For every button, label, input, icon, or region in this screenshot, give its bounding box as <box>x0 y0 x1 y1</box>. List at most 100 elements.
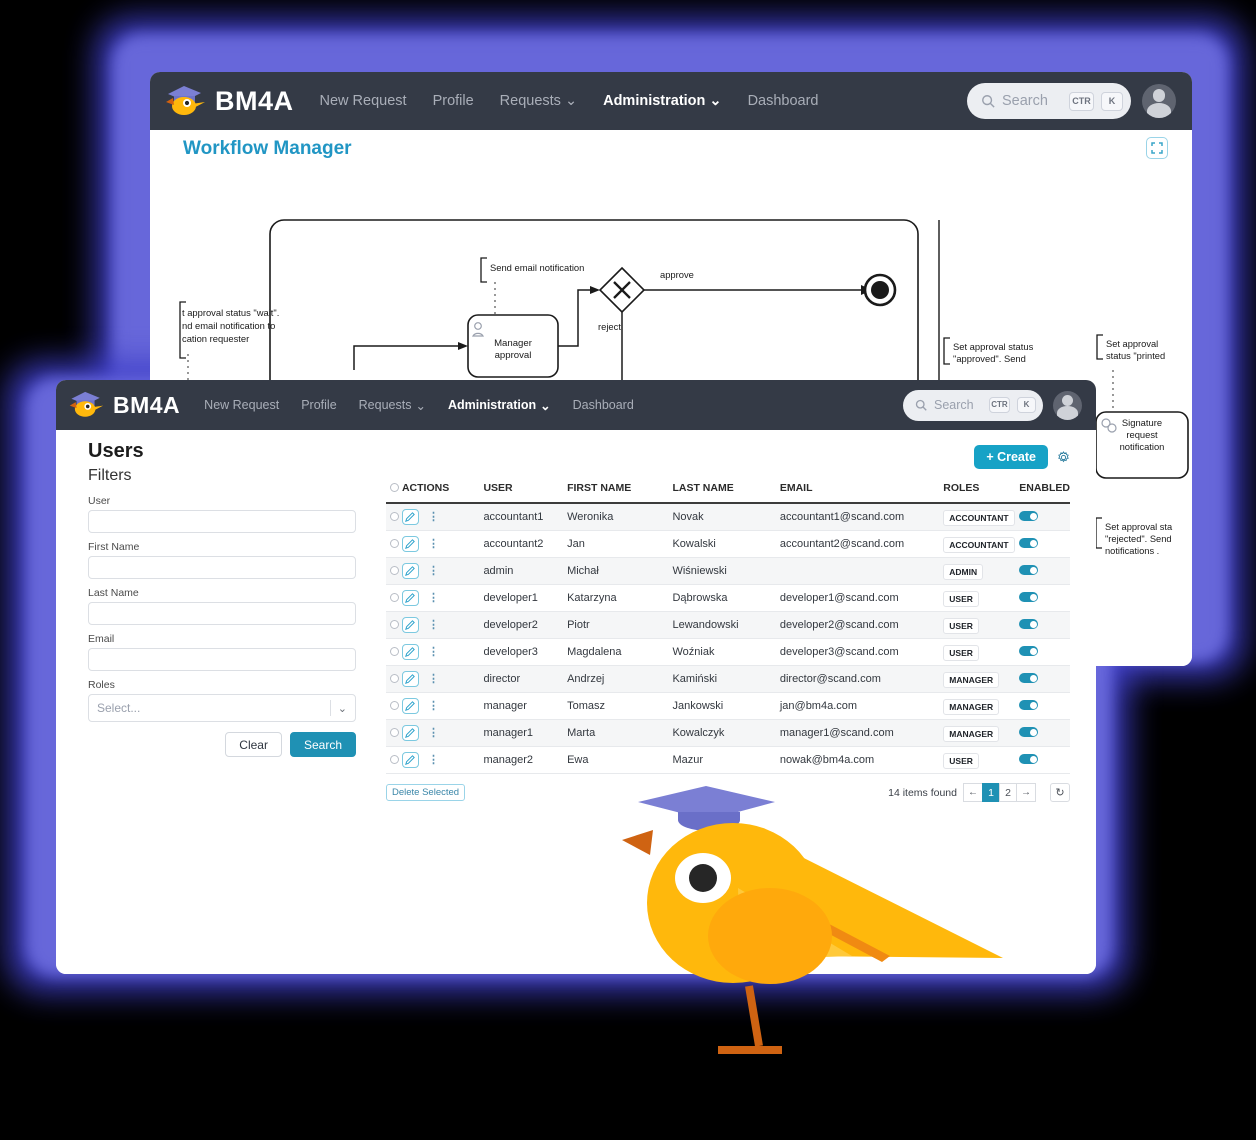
enabled-toggle[interactable] <box>1019 700 1039 710</box>
more-vertical-icon[interactable]: ⋮ <box>428 565 439 576</box>
email-input[interactable] <box>88 648 356 671</box>
pencil-edit-icon[interactable] <box>401 752 419 768</box>
bpmn-task-signature-request: Signature request notification <box>1086 411 1189 479</box>
users-table: ACTIONS USER FIRST NAME LAST NAME EMAIL … <box>386 474 1070 774</box>
row-actions-cell: ⋮ <box>401 746 484 774</box>
nav-item-requests[interactable]: Requests ⌄ <box>500 93 577 109</box>
table-row[interactable]: ⋮ manager2 Ewa Mazur nowak@bm4a.com USER <box>386 746 1070 774</box>
bm4a-bird-mascot <box>622 786 1003 1054</box>
table-row[interactable]: ⋮ developer3 Magdalena Woźniak developer3@sc… <box>386 638 1070 666</box>
nav-item-administration[interactable]: Administration ⌄ <box>603 93 721 109</box>
brand-logo[interactable]: BM4A <box>164 82 294 121</box>
gear-icon[interactable] <box>1057 450 1070 464</box>
delete-selected-button[interactable]: Delete Selected <box>386 784 466 801</box>
nav-label: New Request <box>204 398 280 412</box>
svg-text:"approved". Send: "approved". Send <box>953 353 1026 364</box>
chevron-down-icon: ⌄ <box>540 398 551 413</box>
row-checkbox[interactable] <box>390 701 399 710</box>
more-vertical-icon[interactable]: ⋮ <box>428 619 439 630</box>
user-input[interactable] <box>88 510 356 533</box>
refresh-icon[interactable]: ↻ <box>1050 783 1070 802</box>
cell-last: Woźniak <box>672 638 780 666</box>
cell-last: Mazur <box>672 746 780 774</box>
user-avatar[interactable] <box>1053 390 1082 420</box>
pencil-edit-icon[interactable] <box>401 671 419 687</box>
enabled-toggle[interactable] <box>1019 592 1039 602</box>
row-checkbox[interactable] <box>390 512 399 521</box>
col-roles: ROLES <box>943 474 1020 504</box>
more-vertical-icon[interactable]: ⋮ <box>428 538 439 549</box>
cell-enabled <box>1019 719 1070 747</box>
cell-first: Piotr <box>567 611 673 639</box>
cell-user: admin <box>483 557 568 585</box>
pencil-edit-icon[interactable] <box>401 536 419 552</box>
enabled-toggle[interactable] <box>1019 538 1039 548</box>
search-button[interactable]: Search <box>289 732 356 757</box>
enabled-toggle[interactable] <box>1019 619 1039 629</box>
row-checkbox[interactable] <box>390 755 399 764</box>
enabled-toggle[interactable] <box>1019 673 1039 683</box>
enabled-toggle[interactable] <box>1019 727 1039 737</box>
chevron-down-icon[interactable]: ⌄ <box>338 702 347 715</box>
table-row[interactable]: ⋮ accountant2 Jan Kowalski accountant2@scand… <box>386 530 1070 558</box>
table-row[interactable]: ⋮ manager Tomasz Jankowski jan@bm4a.com MANAG… <box>386 692 1070 720</box>
row-checkbox[interactable] <box>390 728 399 737</box>
nav-item-new-request[interactable]: New Request <box>204 398 279 412</box>
pencil-edit-icon[interactable] <box>401 725 419 741</box>
cell-enabled <box>1019 611 1070 639</box>
enabled-toggle[interactable] <box>1019 511 1039 521</box>
select-all-checkbox[interactable] <box>390 483 399 492</box>
table-head: ACTIONS USER FIRST NAME LAST NAME EMAIL … <box>386 474 1070 504</box>
create-button[interactable]: + Create <box>974 445 1048 469</box>
table-row[interactable]: ⋮ accountant1 Weronika Novak accountant1@sca… <box>386 503 1070 531</box>
row-checkbox[interactable] <box>390 674 399 683</box>
brand-logo[interactable]: BM4A <box>68 388 180 423</box>
pencil-edit-icon[interactable] <box>401 563 419 579</box>
enabled-toggle[interactable] <box>1019 646 1039 656</box>
table-row[interactable]: ⋮ developer1 Katarzyna Dąbrowska developer1@… <box>386 584 1070 612</box>
cell-enabled <box>1019 530 1070 558</box>
filter-field-roles: Roles Select... ⌄ <box>88 679 356 722</box>
nav-item-requests[interactable]: Requests ⌄ <box>359 398 426 413</box>
pencil-edit-icon[interactable] <box>401 617 419 633</box>
nav-item-administration[interactable]: Administration ⌄ <box>448 398 551 413</box>
nav-item-profile[interactable]: Profile <box>301 398 336 412</box>
table-row[interactable]: ⋮ manager1 Marta Kowalczyk manager1@scand.co… <box>386 719 1070 747</box>
table-row[interactable]: ⋮ developer2 Piotr Lewandowski developer2@sc… <box>386 611 1070 639</box>
nav-item-new-request[interactable]: New Request <box>320 93 407 109</box>
table-row[interactable]: ⋮ director Andrzej Kamiński director@scand.c… <box>386 665 1070 693</box>
enabled-toggle[interactable] <box>1019 754 1039 764</box>
last-name-input[interactable] <box>88 602 356 625</box>
clear-button[interactable]: Clear <box>225 732 282 757</box>
search-box[interactable]: Search CTR K <box>967 83 1131 119</box>
search-box[interactable]: Search CTR K <box>903 389 1043 421</box>
row-checkbox[interactable] <box>390 593 399 602</box>
pencil-edit-icon[interactable] <box>401 509 419 525</box>
bird-graduate-logo-icon <box>164 82 206 121</box>
bpmn-annotation-send-email: Send email notification <box>480 257 584 316</box>
nav-item-profile[interactable]: Profile <box>433 93 474 109</box>
more-vertical-icon[interactable]: ⋮ <box>428 700 439 711</box>
enabled-toggle[interactable] <box>1019 565 1039 575</box>
more-vertical-icon[interactable]: ⋮ <box>428 646 439 657</box>
more-vertical-icon[interactable]: ⋮ <box>428 727 439 738</box>
row-checkbox[interactable] <box>390 620 399 629</box>
more-vertical-icon[interactable]: ⋮ <box>428 592 439 603</box>
user-avatar[interactable] <box>1142 84 1176 118</box>
nav-item-dashboard[interactable]: Dashboard <box>748 93 819 109</box>
pencil-edit-icon[interactable] <box>401 698 419 714</box>
roles-select[interactable]: Select... ⌄ <box>88 694 356 722</box>
pencil-edit-icon[interactable] <box>401 590 419 606</box>
first-name-input[interactable] <box>88 556 356 579</box>
cell-role: USER <box>943 611 1020 639</box>
more-vertical-icon[interactable]: ⋮ <box>428 673 439 684</box>
more-vertical-icon[interactable]: ⋮ <box>428 511 439 522</box>
pencil-edit-icon[interactable] <box>401 644 419 660</box>
row-checkbox[interactable] <box>390 539 399 548</box>
back-nav-links: New Request Profile Requests ⌄ Administra… <box>320 93 819 109</box>
nav-item-dashboard[interactable]: Dashboard <box>573 398 634 412</box>
row-checkbox[interactable] <box>390 647 399 656</box>
more-vertical-icon[interactable]: ⋮ <box>428 754 439 765</box>
table-row[interactable]: ⋮ admin Michał Wiśniewski ADMIN <box>386 557 1070 585</box>
row-checkbox[interactable] <box>390 566 399 575</box>
